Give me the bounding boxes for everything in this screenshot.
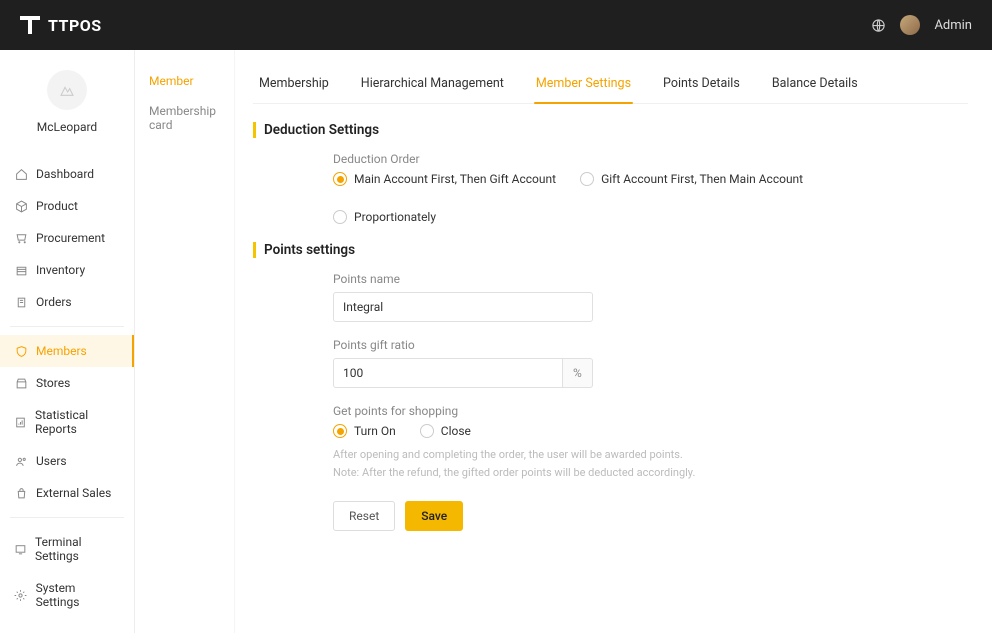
home-icon xyxy=(14,167,28,181)
sidebar-item-terminal[interactable]: Terminal Settings xyxy=(0,526,134,572)
radio-main-first[interactable]: Main Account First, Then Gift Account xyxy=(333,172,556,186)
sidebar-item-inventory[interactable]: Inventory xyxy=(0,254,134,286)
save-button[interactable]: Save xyxy=(405,501,463,531)
sidebar-item-label: External Sales xyxy=(36,486,111,500)
sidebar-item-external[interactable]: External Sales xyxy=(0,477,134,509)
sidebar-item-system[interactable]: System Settings xyxy=(0,572,134,618)
nav-divider xyxy=(10,517,124,518)
tabs: Membership Hierarchical Management Membe… xyxy=(253,64,968,104)
subnav-item-member[interactable]: Member xyxy=(145,68,224,94)
radio-label: Turn On xyxy=(354,424,396,438)
store-icon xyxy=(14,376,28,390)
deduction-order-options: Main Account First, Then Gift Account Gi… xyxy=(333,172,893,224)
org-block: McLeopard xyxy=(0,60,134,148)
reset-button[interactable]: Reset xyxy=(333,501,395,531)
shopping-points-label: Get points for shopping xyxy=(333,404,893,418)
report-icon xyxy=(14,415,27,429)
sidebar-item-label: Orders xyxy=(36,295,72,309)
form-actions: Reset Save xyxy=(333,501,893,531)
sidebar-item-stats[interactable]: Statistical Reports xyxy=(0,399,134,445)
clipboard-icon xyxy=(14,295,28,309)
sidebar: McLeopard Dashboard Product Procurement … xyxy=(0,50,135,633)
sidebar-item-label: Terminal Settings xyxy=(35,535,120,563)
sidebar-item-label: Statistical Reports xyxy=(35,408,120,436)
radio-proportionately[interactable]: Proportionately xyxy=(333,210,436,224)
sidebar-item-users[interactable]: Users xyxy=(0,445,134,477)
top-right: Admin xyxy=(871,15,972,35)
gear-icon xyxy=(14,588,28,602)
warehouse-icon xyxy=(14,263,28,277)
sidebar-item-procurement[interactable]: Procurement xyxy=(0,222,134,254)
sidebar-item-dashboard[interactable]: Dashboard xyxy=(0,158,134,190)
brand-text: TTPOS xyxy=(48,16,102,35)
points-ratio-input[interactable] xyxy=(333,358,563,388)
deduction-title: Deduction Settings xyxy=(253,122,968,138)
subnav-item-card[interactable]: Membership card xyxy=(145,98,224,138)
sidebar-item-label: Inventory xyxy=(36,263,85,277)
radio-turn-on[interactable]: Turn On xyxy=(333,424,396,438)
tab-member-settings[interactable]: Member Settings xyxy=(534,64,633,103)
radio-dot-icon xyxy=(420,424,434,438)
brand: TTPOS xyxy=(20,16,102,35)
sidebar-item-stores[interactable]: Stores xyxy=(0,367,134,399)
sidebar-item-label: Stores xyxy=(36,376,70,390)
radio-gift-first[interactable]: Gift Account First, Then Main Account xyxy=(580,172,803,186)
tab-hierarchical[interactable]: Hierarchical Management xyxy=(359,64,506,103)
tab-balance-details[interactable]: Balance Details xyxy=(770,64,860,103)
avatar[interactable] xyxy=(900,15,920,35)
points-title: Points settings xyxy=(253,242,968,258)
sidebar-item-label: System Settings xyxy=(36,581,120,609)
sidebar-item-members[interactable]: Members xyxy=(0,335,134,367)
users-icon xyxy=(14,454,28,468)
points-section: Points settings Points name Points gift … xyxy=(253,242,968,531)
terminal-icon xyxy=(14,542,27,556)
nav-divider xyxy=(10,326,124,327)
cart-icon xyxy=(14,231,28,245)
radio-dot-icon xyxy=(333,172,347,186)
radio-label: Close xyxy=(441,424,471,438)
help-text-2: Note: After the refund, the gifted order… xyxy=(333,464,893,482)
org-name: McLeopard xyxy=(37,120,97,134)
globe-icon[interactable] xyxy=(871,18,886,33)
tab-membership[interactable]: Membership xyxy=(257,64,331,103)
sidebar-item-label: Dashboard xyxy=(36,167,94,181)
tab-points-details[interactable]: Points Details xyxy=(661,64,742,103)
box-icon xyxy=(14,199,28,213)
sidebar-item-label: Members xyxy=(36,344,87,358)
points-ratio-label: Points gift ratio xyxy=(333,338,893,352)
subnav: Member Membership card xyxy=(135,50,235,633)
points-name-label: Points name xyxy=(333,272,893,286)
top-bar: TTPOS Admin xyxy=(0,0,992,50)
radio-close[interactable]: Close xyxy=(420,424,471,438)
sidebar-item-product[interactable]: Product xyxy=(0,190,134,222)
deduction-section: Deduction Settings Deduction Order Main … xyxy=(253,122,968,224)
nav: Dashboard Product Procurement Inventory … xyxy=(0,158,134,618)
shopping-points-options: Turn On Close xyxy=(333,424,893,438)
radio-dot-icon xyxy=(333,424,347,438)
radio-label: Proportionately xyxy=(354,210,436,224)
points-name-input[interactable] xyxy=(333,292,593,322)
main-content: Membership Hierarchical Management Membe… xyxy=(235,50,992,633)
brand-logo-icon xyxy=(20,16,40,34)
help-text-1: After opening and completing the order, … xyxy=(333,446,893,464)
org-avatar xyxy=(47,70,87,110)
shield-icon xyxy=(14,344,28,358)
radio-label: Main Account First, Then Gift Account xyxy=(354,172,556,186)
radio-label: Gift Account First, Then Main Account xyxy=(601,172,803,186)
sidebar-item-label: Procurement xyxy=(36,231,105,245)
sidebar-item-label: Users xyxy=(36,454,67,468)
ratio-suffix: % xyxy=(563,358,593,388)
bag-icon xyxy=(14,486,28,500)
radio-dot-icon xyxy=(580,172,594,186)
admin-label[interactable]: Admin xyxy=(934,18,972,33)
deduction-order-label: Deduction Order xyxy=(333,152,893,166)
sidebar-item-orders[interactable]: Orders xyxy=(0,286,134,318)
radio-dot-icon xyxy=(333,210,347,224)
sidebar-item-label: Product xyxy=(36,199,78,213)
